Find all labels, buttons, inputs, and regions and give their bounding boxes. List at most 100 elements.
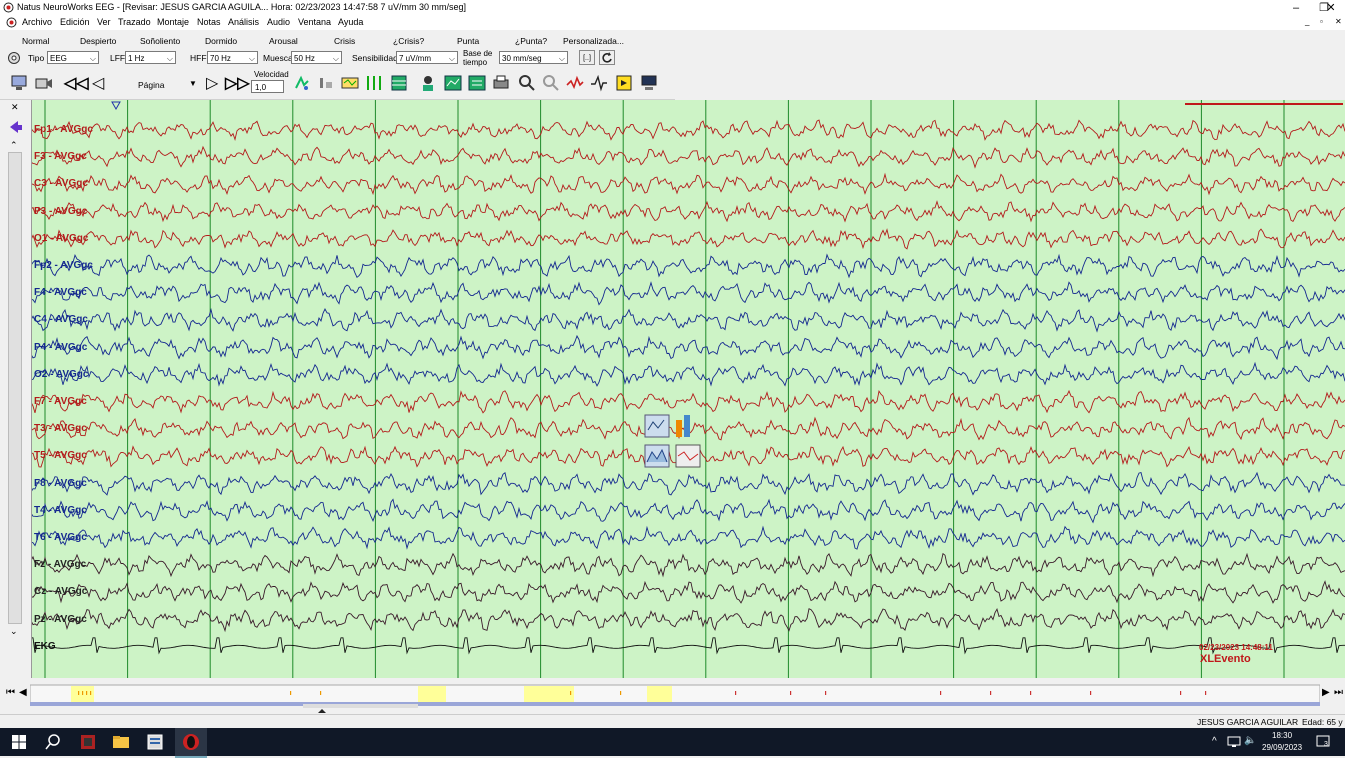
timeline-start-icon[interactable]: ⏮ [6,687,15,698]
back-arrow-icon[interactable] [6,118,24,136]
notification-icon[interactable] [1315,734,1331,750]
menu-ayuda[interactable]: Ayuda [338,17,363,27]
zoom-out-icon[interactable] [541,73,561,93]
channel-label[interactable]: F8 - AVGgc [34,478,87,489]
timeline-event-tick[interactable] [320,691,322,695]
montage-icon[interactable] [340,73,360,93]
timeline-event-tick[interactable] [82,691,84,695]
channel-label[interactable]: F4 - AVGgc [34,287,87,298]
timeline-event-tick[interactable] [570,691,572,695]
fast-forward-icon[interactable]: ▷▷ [225,73,250,93]
timeline-event-tick[interactable] [1090,691,1092,695]
lff-select[interactable]: 1 Hz ⌵ [125,51,176,64]
timeline-next-icon[interactable]: ▶ [1322,687,1330,698]
timeline-event-tick[interactable] [86,691,88,695]
note-icon[interactable] [614,73,634,93]
bracket-button[interactable]: [..] [579,50,595,65]
mode-personalizada[interactable]: Personalizada... [563,36,624,46]
timeline-event-tick[interactable] [90,691,92,695]
channel-label[interactable]: Fz - AVGgc [34,559,86,570]
scroll-up-icon[interactable]: ⌃ [10,140,18,151]
clock-time[interactable]: 18:30 [1272,731,1292,740]
channel-label[interactable]: T4 - AVGgc [34,505,87,516]
mode-punta-question[interactable]: ¿Punta? [515,36,547,46]
channel-label[interactable]: C4 - AVGgc [34,314,88,325]
child-minimize-button[interactable]: _ [1305,17,1309,26]
child-close-button[interactable]: ✕ [1335,17,1342,26]
file-explorer-icon[interactable] [111,732,131,752]
channel-label[interactable]: T5 - AVGgc [34,450,87,461]
vertical-scrollbar[interactable] [8,152,22,624]
muesca-select[interactable]: 50 Hz ⌵ [291,51,342,64]
sensibilidad-select[interactable]: 7 uV/mm ⌵ [396,51,458,64]
channel-label[interactable]: P3 - AVGgc [34,206,87,217]
tray-chevron-icon[interactable]: ^ [1212,736,1217,747]
mode-arousal[interactable]: Arousal [269,36,298,46]
channel-label[interactable]: T3 - AVGgc [34,423,87,434]
mode-normal[interactable]: Normal [22,36,49,46]
spike-icon[interactable] [565,73,585,93]
play-icon[interactable]: ▷ [206,73,218,93]
mode-crisis[interactable]: Crisis [334,36,355,46]
timeline-prev-icon[interactable]: ◀ [19,687,27,698]
timeline-bar[interactable]: ⏮ ◀ ▶ ⏭ [0,683,1345,713]
menu-trazado[interactable]: Trazado [118,17,151,27]
trend-icon[interactable] [443,73,463,93]
timeline-event-tick[interactable] [735,691,737,695]
grid-icon[interactable] [389,73,409,93]
timeline-event-tick[interactable] [620,691,622,695]
menu-notas[interactable]: Notas [197,17,221,27]
computer-icon[interactable] [639,73,659,93]
channel-label[interactable]: P4 - AVGgc [34,342,87,353]
timeline-end-icon[interactable]: ⏭ [1334,687,1343,698]
channel-label[interactable]: F3 - AVGgc [34,151,87,162]
channels-icon[interactable] [364,73,384,93]
base-tiempo-select[interactable]: 30 mm/seg ⌵ [499,51,568,64]
report-icon[interactable] [467,73,487,93]
pagina-dropdown-icon[interactable]: ▼ [189,79,197,88]
menu-analisis[interactable]: Análisis [228,17,259,27]
channel-label[interactable]: Fp2 - AVGgc [34,260,93,271]
refresh-button[interactable] [599,50,615,65]
velocidad-stepper[interactable]: 1,0 [251,80,284,93]
timeline-event-tick[interactable] [290,691,292,695]
channel-label[interactable]: F7 - AVGgc [34,396,87,407]
windows-start-icon[interactable] [9,732,29,752]
minimize-button[interactable]: – [1282,0,1310,16]
channel-label[interactable]: Cz - AVGgc [34,586,87,597]
eeg-trace-area[interactable] [0,100,1345,678]
tipo-select[interactable]: EEG ⌵ [47,51,99,64]
channel-label[interactable]: Pz - AVGgc [34,614,87,625]
search-icon[interactable] [43,732,63,752]
zoom-in-icon[interactable] [517,73,537,93]
taskbar-active-app[interactable] [175,728,207,758]
timeline-event-tick[interactable] [940,691,942,695]
channel-label[interactable]: O1 - AVGgc [34,233,88,244]
channel-label[interactable]: T6 - AVGgc [34,532,87,543]
marker-icon[interactable] [292,73,312,93]
scroll-down-icon[interactable]: ⌄ [10,626,18,637]
person-icon[interactable] [418,73,438,93]
menu-montaje[interactable]: Montaje [157,17,189,27]
mode-dormido[interactable]: Dormido [205,36,237,46]
child-restore-button[interactable]: ▫ [1320,17,1323,26]
clock-date[interactable]: 29/09/2023 [1262,743,1302,752]
mode-punta[interactable]: Punta [457,36,479,46]
timeline-track[interactable] [30,683,1320,713]
timeline-event-tick[interactable] [1180,691,1182,695]
close-button[interactable]: ✕ [1317,0,1345,16]
menu-archivo[interactable]: Archivo [22,17,52,27]
channel-label[interactable]: C3 - AVGgc [34,178,88,189]
channel-label[interactable]: O2 - AVGgc [34,369,88,380]
close-panel-icon[interactable]: ✕ [11,102,19,113]
wave-icon[interactable] [589,73,609,93]
monitor-icon[interactable] [9,73,29,93]
channel-label[interactable]: EKG [34,641,56,652]
timeline-event-tick[interactable] [990,691,992,695]
mode-sonoliento[interactable]: Soñoliento [140,36,180,46]
floating-widget[interactable] [644,412,702,470]
event-icon[interactable] [316,73,336,93]
timeline-event-tick[interactable] [1030,691,1032,695]
menu-ver[interactable]: Ver [97,17,111,27]
menu-edicion[interactable]: Edición [60,17,90,27]
